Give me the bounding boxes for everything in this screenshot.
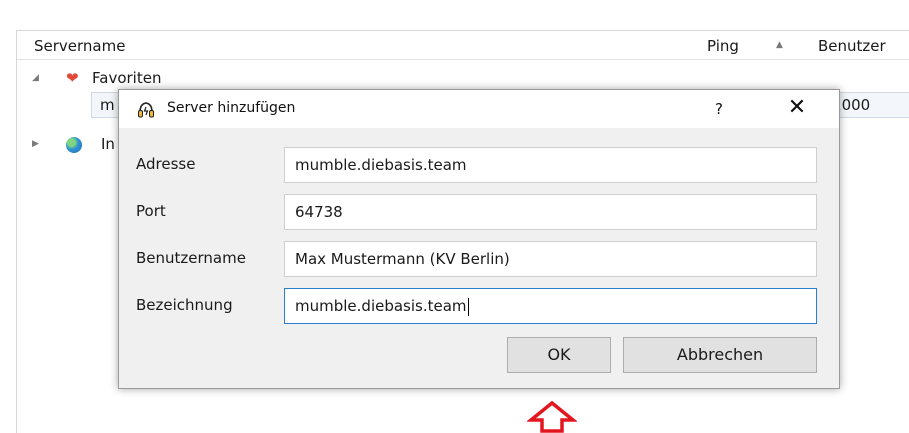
label-label: Bezeichnung [136, 296, 233, 314]
server-list-header: Servername Ping ▲ Benutzer [17, 31, 909, 60]
collapsed-arrow-icon[interactable]: ▶ [32, 139, 39, 149]
label-input[interactable]: mumble.diebasis.team [284, 288, 817, 324]
red-up-arrow-icon [527, 401, 577, 433]
sort-ascending-icon: ▲ [776, 40, 783, 50]
label-input-value: mumble.diebasis.team [295, 297, 467, 315]
expanded-arrow-icon[interactable]: ◢ [32, 73, 39, 83]
favorites-label: Favoriten [92, 69, 162, 87]
help-button[interactable]: ? [704, 94, 734, 124]
column-header-ping[interactable]: Ping [707, 37, 739, 55]
dialog-titlebar[interactable]: Server hinzufügen ? ✕ [119, 90, 839, 128]
port-label: Port [136, 202, 166, 220]
text-caret [467, 297, 469, 316]
add-server-dialog: Server hinzufügen ? ✕ Adresse mumble.die… [118, 89, 840, 389]
address-label: Adresse [136, 155, 196, 173]
globe-icon [66, 137, 82, 153]
internet-label: In [101, 135, 115, 153]
heart-icon: ❤ [66, 69, 79, 87]
username-input[interactable]: Max Mustermann (KV Berlin) [284, 241, 817, 277]
dialog-title: Server hinzufügen [167, 100, 296, 116]
username-label: Benutzername [136, 249, 246, 267]
address-input[interactable]: mumble.diebasis.team [284, 147, 817, 183]
mumble-icon [138, 102, 154, 118]
cancel-button[interactable]: Abbrechen [623, 337, 817, 373]
column-header-users[interactable]: Benutzer [818, 37, 886, 55]
favorite-server-name: m [100, 96, 115, 114]
username-input-value: Max Mustermann (KV Berlin) [295, 250, 510, 268]
ok-button[interactable]: OK [507, 337, 611, 373]
column-header-servername[interactable]: Servername [34, 37, 125, 55]
address-input-value: mumble.diebasis.team [295, 156, 467, 174]
port-input-value: 64738 [295, 203, 343, 221]
close-button[interactable]: ✕ [779, 94, 815, 124]
port-input[interactable]: 64738 [284, 194, 817, 230]
